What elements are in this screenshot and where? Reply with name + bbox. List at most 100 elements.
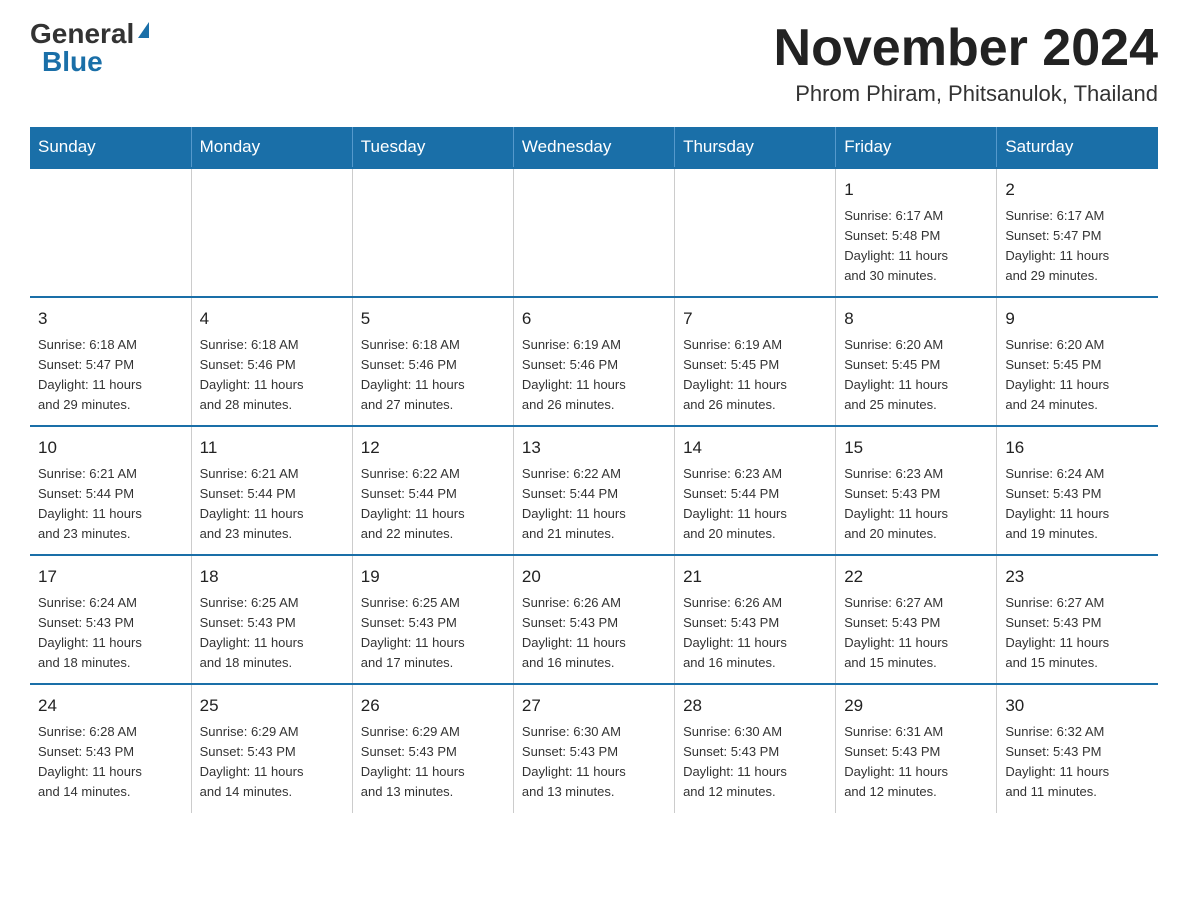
header-wednesday: Wednesday — [513, 127, 674, 168]
day-number: 25 — [200, 693, 344, 719]
day-number: 2 — [1005, 177, 1150, 203]
calendar-cell: 14 Sunrise: 6:23 AMSunset: 5:44 PMDayligh… — [675, 426, 836, 555]
calendar-cell: 7 Sunrise: 6:19 AMSunset: 5:45 PMDaylight… — [675, 297, 836, 426]
calendar-cell: 6 Sunrise: 6:19 AMSunset: 5:46 PMDaylight… — [513, 297, 674, 426]
calendar-cell: 27 Sunrise: 6:30 AMSunset: 5:43 PMDayligh… — [513, 684, 674, 812]
calendar-cell: 10 Sunrise: 6:21 AMSunset: 5:44 PMDayligh… — [30, 426, 191, 555]
day-number: 18 — [200, 564, 344, 590]
day-info: Sunrise: 6:18 AMSunset: 5:46 PMDaylight:… — [361, 335, 505, 416]
day-number: 14 — [683, 435, 827, 461]
day-number: 13 — [522, 435, 666, 461]
day-info: Sunrise: 6:24 AMSunset: 5:43 PMDaylight:… — [38, 593, 183, 674]
day-info: Sunrise: 6:23 AMSunset: 5:43 PMDaylight:… — [844, 464, 988, 545]
day-number: 15 — [844, 435, 988, 461]
day-info: Sunrise: 6:22 AMSunset: 5:44 PMDaylight:… — [522, 464, 666, 545]
day-info: Sunrise: 6:22 AMSunset: 5:44 PMDaylight:… — [361, 464, 505, 545]
day-number: 21 — [683, 564, 827, 590]
calendar-cell: 13 Sunrise: 6:22 AMSunset: 5:44 PMDayligh… — [513, 426, 674, 555]
day-number: 10 — [38, 435, 183, 461]
month-title: November 2024 — [774, 20, 1158, 77]
day-info: Sunrise: 6:19 AMSunset: 5:46 PMDaylight:… — [522, 335, 666, 416]
calendar-cell: 25 Sunrise: 6:29 AMSunset: 5:43 PMDayligh… — [191, 684, 352, 812]
day-info: Sunrise: 6:29 AMSunset: 5:43 PMDaylight:… — [200, 722, 344, 803]
calendar-cell: 24Sunrise: 6:28 AMSunset: 5:43 PMDayligh… — [30, 684, 191, 812]
day-info: Sunrise: 6:18 AMSunset: 5:47 PMDaylight:… — [38, 335, 183, 416]
day-number: 7 — [683, 306, 827, 332]
header-saturday: Saturday — [997, 127, 1158, 168]
location-subtitle: Phrom Phiram, Phitsanulok, Thailand — [774, 81, 1158, 107]
day-info: Sunrise: 6:17 AMSunset: 5:48 PMDaylight:… — [844, 206, 988, 287]
calendar-cell — [191, 168, 352, 297]
calendar-cell: 19 Sunrise: 6:25 AMSunset: 5:43 PMDayligh… — [352, 555, 513, 684]
title-section: November 2024 Phrom Phiram, Phitsanulok,… — [774, 20, 1158, 107]
calendar-cell: 29 Sunrise: 6:31 AMSunset: 5:43 PMDayligh… — [836, 684, 997, 812]
calendar-cell: 8 Sunrise: 6:20 AMSunset: 5:45 PMDaylight… — [836, 297, 997, 426]
day-info: Sunrise: 6:32 AMSunset: 5:43 PMDaylight:… — [1005, 722, 1150, 803]
calendar-week-row: 3 Sunrise: 6:18 AMSunset: 5:47 PMDaylight… — [30, 297, 1158, 426]
logo: General Blue — [30, 20, 149, 76]
calendar-cell: 18 Sunrise: 6:25 AMSunset: 5:43 PMDayligh… — [191, 555, 352, 684]
calendar-cell: 11 Sunrise: 6:21 AMSunset: 5:44 PMDayligh… — [191, 426, 352, 555]
calendar-cell: 3 Sunrise: 6:18 AMSunset: 5:47 PMDaylight… — [30, 297, 191, 426]
day-info: Sunrise: 6:25 AMSunset: 5:43 PMDaylight:… — [200, 593, 344, 674]
day-info: Sunrise: 6:29 AMSunset: 5:43 PMDaylight:… — [361, 722, 505, 803]
calendar-week-row: 1 Sunrise: 6:17 AMSunset: 5:48 PMDaylight… — [30, 168, 1158, 297]
calendar-cell: 26 Sunrise: 6:29 AMSunset: 5:43 PMDayligh… — [352, 684, 513, 812]
calendar-cell: 15 Sunrise: 6:23 AMSunset: 5:43 PMDayligh… — [836, 426, 997, 555]
day-info: Sunrise: 6:21 AMSunset: 5:44 PMDaylight:… — [38, 464, 183, 545]
logo-blue-text: Blue — [30, 48, 103, 76]
header-thursday: Thursday — [675, 127, 836, 168]
day-number: 8 — [844, 306, 988, 332]
calendar-cell: 30Sunrise: 6:32 AMSunset: 5:43 PMDayligh… — [997, 684, 1158, 812]
day-number: 28 — [683, 693, 827, 719]
day-number: 17 — [38, 564, 183, 590]
day-number: 3 — [38, 306, 183, 332]
day-info: Sunrise: 6:23 AMSunset: 5:44 PMDaylight:… — [683, 464, 827, 545]
calendar-cell: 5 Sunrise: 6:18 AMSunset: 5:46 PMDaylight… — [352, 297, 513, 426]
day-info: Sunrise: 6:30 AMSunset: 5:43 PMDaylight:… — [522, 722, 666, 803]
day-number: 26 — [361, 693, 505, 719]
calendar-cell: 12Sunrise: 6:22 AMSunset: 5:44 PMDayligh… — [352, 426, 513, 555]
day-number: 5 — [361, 306, 505, 332]
calendar-cell: 28 Sunrise: 6:30 AMSunset: 5:43 PMDayligh… — [675, 684, 836, 812]
calendar-cell — [675, 168, 836, 297]
day-info: Sunrise: 6:24 AMSunset: 5:43 PMDaylight:… — [1005, 464, 1150, 545]
day-info: Sunrise: 6:21 AMSunset: 5:44 PMDaylight:… — [200, 464, 344, 545]
calendar-cell: 23 Sunrise: 6:27 AMSunset: 5:43 PMDayligh… — [997, 555, 1158, 684]
day-info: Sunrise: 6:17 AMSunset: 5:47 PMDaylight:… — [1005, 206, 1150, 287]
day-number: 19 — [361, 564, 505, 590]
calendar-week-row: 17 Sunrise: 6:24 AMSunset: 5:43 PMDayligh… — [30, 555, 1158, 684]
day-number: 6 — [522, 306, 666, 332]
day-number: 22 — [844, 564, 988, 590]
calendar-table: SundayMondayTuesdayWednesdayThursdayFrid… — [30, 127, 1158, 812]
day-info: Sunrise: 6:27 AMSunset: 5:43 PMDaylight:… — [1005, 593, 1150, 674]
day-number: 11 — [200, 435, 344, 461]
calendar-week-row: 10 Sunrise: 6:21 AMSunset: 5:44 PMDayligh… — [30, 426, 1158, 555]
day-number: 27 — [522, 693, 666, 719]
day-info: Sunrise: 6:18 AMSunset: 5:46 PMDaylight:… — [200, 335, 344, 416]
calendar-cell: 21 Sunrise: 6:26 AMSunset: 5:43 PMDayligh… — [675, 555, 836, 684]
day-number: 4 — [200, 306, 344, 332]
day-number: 24 — [38, 693, 183, 719]
day-number: 23 — [1005, 564, 1150, 590]
header-friday: Friday — [836, 127, 997, 168]
day-number: 1 — [844, 177, 988, 203]
day-number: 29 — [844, 693, 988, 719]
day-info: Sunrise: 6:31 AMSunset: 5:43 PMDaylight:… — [844, 722, 988, 803]
header-tuesday: Tuesday — [352, 127, 513, 168]
calendar-cell — [352, 168, 513, 297]
day-info: Sunrise: 6:26 AMSunset: 5:43 PMDaylight:… — [683, 593, 827, 674]
day-info: Sunrise: 6:19 AMSunset: 5:45 PMDaylight:… — [683, 335, 827, 416]
day-info: Sunrise: 6:27 AMSunset: 5:43 PMDaylight:… — [844, 593, 988, 674]
calendar-cell: 17 Sunrise: 6:24 AMSunset: 5:43 PMDayligh… — [30, 555, 191, 684]
calendar-cell: 22 Sunrise: 6:27 AMSunset: 5:43 PMDayligh… — [836, 555, 997, 684]
calendar-cell — [30, 168, 191, 297]
logo-general-text: General — [30, 20, 134, 48]
calendar-cell — [513, 168, 674, 297]
calendar-cell: 4 Sunrise: 6:18 AMSunset: 5:46 PMDaylight… — [191, 297, 352, 426]
day-info: Sunrise: 6:20 AMSunset: 5:45 PMDaylight:… — [1005, 335, 1150, 416]
day-info: Sunrise: 6:25 AMSunset: 5:43 PMDaylight:… — [361, 593, 505, 674]
header: General Blue November 2024 Phrom Phiram,… — [30, 20, 1158, 107]
day-info: Sunrise: 6:20 AMSunset: 5:45 PMDaylight:… — [844, 335, 988, 416]
day-info: Sunrise: 6:30 AMSunset: 5:43 PMDaylight:… — [683, 722, 827, 803]
